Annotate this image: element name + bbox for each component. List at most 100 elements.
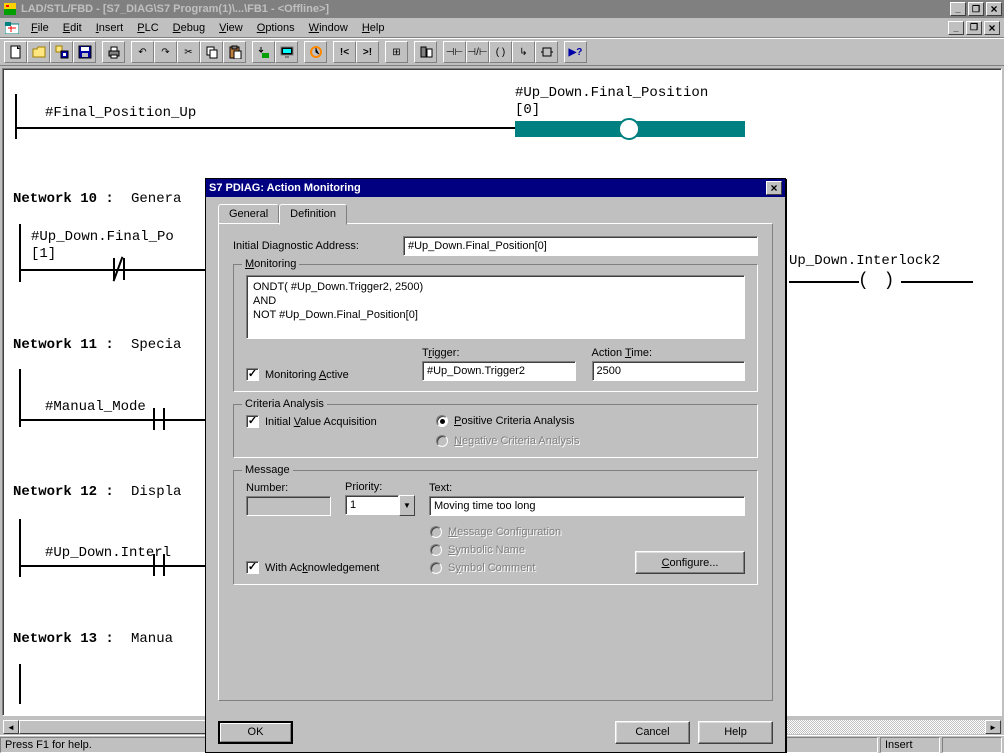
input-trigger[interactable]: #Up_Down.Trigger2: [422, 361, 576, 381]
menu-view[interactable]: View: [212, 20, 250, 36]
tool-library-icon[interactable]: [414, 41, 437, 63]
tool-copy-icon[interactable]: [200, 41, 223, 63]
dialog-action-monitoring: S7 PDIAG: Action Monitoring × General De…: [205, 178, 786, 753]
tool-print-icon[interactable]: [102, 41, 125, 63]
menu-window[interactable]: Window: [302, 20, 355, 36]
tool-contact-icon[interactable]: ⊣⊢: [443, 41, 466, 63]
menu-options[interactable]: Options: [250, 20, 302, 36]
tool-vartable-icon[interactable]: [304, 41, 327, 63]
minimize-button[interactable]: _: [950, 2, 966, 16]
network11-title: Specia: [131, 337, 181, 353]
menu-edit[interactable]: Edit: [56, 20, 89, 36]
menu-debug[interactable]: Debug: [166, 20, 212, 36]
rung-left-rail: [15, 94, 17, 139]
fieldset-monitoring: Monitoring ONDT( #Up_Down.Trigger2, 2500…: [233, 264, 758, 392]
tool-undo-icon[interactable]: ↶: [131, 41, 154, 63]
configure-button[interactable]: Configure...: [635, 551, 745, 574]
label-msg-text: Text:: [429, 482, 745, 494]
menu-bar: File Edit Insert PLC Debug View Options …: [0, 18, 1004, 38]
tool-open-icon[interactable]: [27, 41, 50, 63]
checkbox-initial-value[interactable]: [246, 415, 259, 428]
network10-label: Network 10 :: [13, 191, 114, 207]
radio-negative-criteria: [436, 435, 448, 447]
tool-savegroup-icon[interactable]: [50, 41, 73, 63]
app-icon: [2, 1, 18, 17]
tool-gotostart-icon[interactable]: !<: [333, 41, 356, 63]
label-msg-config: Message Configuration: [448, 526, 561, 538]
monitoring-line2: AND: [253, 294, 738, 308]
ok-button[interactable]: OK: [218, 721, 293, 744]
input-msg-number: [246, 496, 331, 516]
dialog-titlebar: S7 PDIAG: Action Monitoring ×: [206, 179, 785, 197]
mdi-close-button[interactable]: [984, 21, 1000, 35]
input-action-time[interactable]: 2500: [592, 361, 746, 381]
status-insert: Insert: [880, 737, 940, 753]
dialog-close-button[interactable]: ×: [766, 181, 782, 195]
help-button[interactable]: Help: [698, 721, 773, 744]
tab-general[interactable]: General: [218, 204, 279, 224]
rung10-coil-icon: ( ): [858, 271, 896, 291]
label-action-time: Action Time:: [592, 347, 746, 359]
rung10-wire-right: [789, 281, 859, 283]
tool-monitor-icon[interactable]: [275, 41, 298, 63]
menu-insert[interactable]: Insert: [89, 20, 131, 36]
legend-message: Message: [242, 464, 293, 476]
radio-positive-criteria[interactable]: [436, 415, 448, 427]
tool-save-icon[interactable]: [73, 41, 96, 63]
tool-paste-icon[interactable]: [223, 41, 246, 63]
tool-syminfo-icon[interactable]: ⊞: [385, 41, 408, 63]
dialog-title-text: S7 PDIAG: Action Monitoring: [209, 182, 361, 194]
tool-branch-icon[interactable]: ↳: [512, 41, 535, 63]
network11-label: Network 11 :: [13, 337, 114, 353]
network13-title: Manua: [131, 631, 173, 647]
tool-box-icon[interactable]: [535, 41, 558, 63]
select-msg-priority[interactable]: 1 ▼: [345, 495, 415, 516]
radio-symname: [430, 544, 442, 556]
menu-file[interactable]: File: [24, 20, 56, 36]
tool-help-icon[interactable]: ▶?: [564, 41, 587, 63]
menu-plc[interactable]: PLC: [130, 20, 165, 36]
radio-symcomment: [430, 562, 442, 574]
network10-right-label: Up_Down.Interlock2: [789, 253, 940, 269]
network10-var1-idx: [1]: [31, 246, 56, 262]
tool-gotoend-icon[interactable]: >!: [356, 41, 379, 63]
label-msg-number: Number:: [246, 482, 331, 494]
label-symname: Symbolic Name: [448, 544, 525, 556]
checkbox-with-ack[interactable]: [246, 561, 259, 574]
label-updown-finalpos: #Up_Down.Final_Position: [515, 85, 708, 101]
tab-definition[interactable]: Definition: [279, 204, 347, 225]
restore-button[interactable]: ❐: [968, 2, 984, 16]
tool-contactnot-icon[interactable]: ⊣/⊢: [466, 41, 489, 63]
checkbox-monitoring-active[interactable]: [246, 368, 259, 381]
input-init-diag-address[interactable]: #Up_Down.Final_Position[0]: [403, 236, 758, 256]
tool-cut-icon[interactable]: ✂: [177, 41, 200, 63]
rung11-contact-icon: [153, 408, 165, 430]
chevron-down-icon[interactable]: ▼: [399, 495, 415, 516]
monitoring-line1: ONDT( #Up_Down.Trigger2, 2500): [253, 280, 738, 294]
network10-var1: #Up_Down.Final_Po: [31, 229, 174, 245]
menu-help[interactable]: Help: [355, 20, 392, 36]
rung13-rail: [19, 664, 21, 704]
mdi-restore-button[interactable]: ❐: [966, 21, 982, 35]
tool-redo-icon[interactable]: ↷: [154, 41, 177, 63]
rung10-rail: [19, 224, 21, 282]
hscroll-right-arrow[interactable]: ►: [985, 720, 1001, 734]
tab-panel-definition: Initial Diagnostic Address: #Up_Down.Fin…: [218, 223, 773, 701]
rung10-wire-right2: [901, 281, 973, 283]
mdi-minimize-button[interactable]: _: [948, 21, 964, 35]
label-monitoring-active: Monitoring Active: [265, 369, 349, 381]
tool-download-icon[interactable]: [252, 41, 275, 63]
close-button[interactable]: [986, 2, 1002, 16]
label-initial-value: Initial Value Acquisition: [265, 416, 377, 428]
input-msg-text[interactable]: Moving time too long: [429, 496, 745, 516]
mdi-doc-icon[interactable]: [4, 21, 20, 35]
hscroll-thumb[interactable]: [19, 720, 219, 734]
hscroll-left-arrow[interactable]: ◄: [3, 720, 19, 734]
highlighted-coil-icon: [618, 118, 640, 140]
cancel-button[interactable]: Cancel: [615, 721, 690, 744]
textarea-monitoring[interactable]: ONDT( #Up_Down.Trigger2, 2500) AND NOT #…: [246, 275, 745, 339]
tool-new-icon[interactable]: [4, 41, 27, 63]
rung-wire: [15, 127, 515, 129]
network12-title: Displa: [131, 484, 181, 500]
tool-coil-icon[interactable]: ( ): [489, 41, 512, 63]
